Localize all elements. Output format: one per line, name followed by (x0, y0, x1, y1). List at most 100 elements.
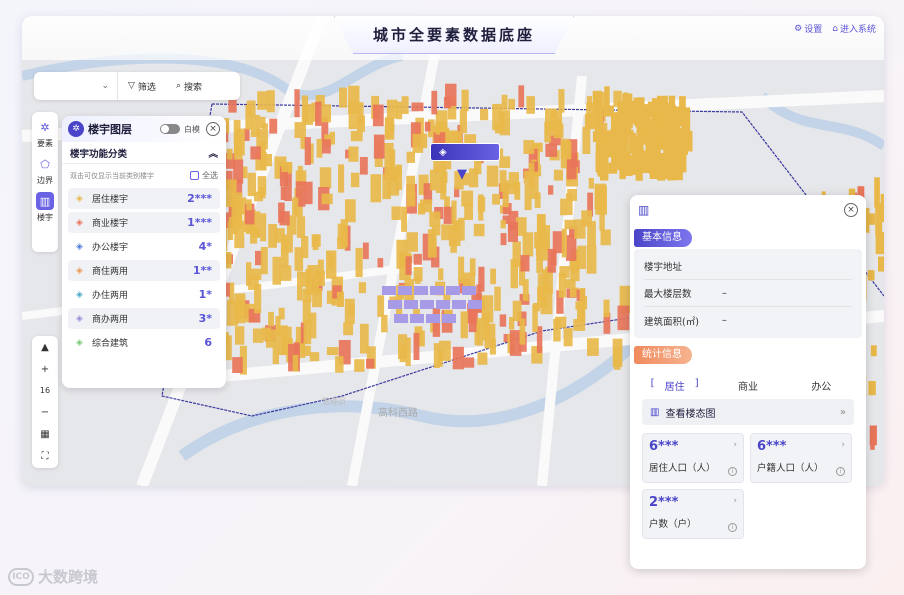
building-block (411, 102, 424, 112)
building-block (348, 146, 359, 162)
building-block (250, 146, 261, 160)
elements-icon: ✲ (40, 120, 50, 134)
category-row[interactable]: ◈ 综合建筑 6 (68, 332, 220, 353)
building-block (665, 107, 677, 122)
info-icon[interactable]: i (836, 467, 845, 476)
category-row[interactable]: ◈ 商住两用 1** (68, 260, 220, 281)
layer-panel-title: 楼宇图层 (88, 123, 132, 136)
chevron-right-icon: › (733, 440, 737, 450)
layers-icon: ◈ (439, 146, 447, 158)
building-block (268, 311, 274, 327)
building-block (246, 199, 252, 211)
building-block (366, 358, 375, 369)
building-block (507, 183, 519, 195)
selected-building-marker[interactable]: ◈ (430, 143, 500, 161)
category-hint-row: 双击可仅显示当前类别楼宇 全选 (62, 164, 226, 185)
building-block (315, 101, 322, 126)
building-block (532, 304, 538, 333)
building-block (280, 186, 286, 200)
fullscreen-icon[interactable]: ⛶ (42, 451, 49, 462)
category-row[interactable]: ◈ 办公楼宇 4* (68, 236, 220, 257)
category-section-header[interactable]: 楼宇功能分类 ︽ (62, 142, 226, 164)
building-block (586, 245, 597, 274)
building-block (424, 121, 431, 132)
building-block (260, 247, 268, 275)
floor-button-label: 查看楼态图 (665, 408, 716, 420)
select-all-checkbox[interactable]: 全选 (190, 170, 218, 181)
filter-icon: ▽ (128, 81, 135, 91)
chevron-right-icon: › (733, 496, 737, 506)
building-block (681, 115, 691, 131)
info-icon[interactable]: i (728, 523, 737, 532)
search-icon: ⌕ (175, 81, 181, 91)
building-block (486, 165, 499, 187)
building-block (494, 286, 501, 311)
building-block (565, 279, 576, 289)
white-model-toggle[interactable] (160, 124, 180, 134)
tab-office[interactable]: 办公 (797, 378, 845, 393)
building-block (406, 151, 415, 163)
building-block (528, 162, 535, 187)
category-name: 办公楼宇 (92, 243, 129, 253)
building-block (436, 300, 450, 309)
stat-card-households[interactable]: 2*** 户数（户） › i (642, 489, 744, 539)
gear-icon: ⚙ (794, 23, 803, 34)
building-block (360, 323, 369, 354)
building-block (260, 213, 267, 242)
filter-button[interactable]: ▽ 筛选 (118, 80, 166, 93)
view-floor-plan-button[interactable]: ▥ 查看楼态图 » (642, 399, 854, 425)
close-icon[interactable]: × (844, 203, 858, 217)
zoom-out-button[interactable]: − (41, 407, 49, 418)
building-block (320, 104, 331, 123)
category-row[interactable]: ◈ 办住两用 1* (68, 284, 220, 305)
building-block (545, 143, 558, 157)
page-title: 城市全要素数据底座 (372, 26, 535, 44)
building-block (384, 143, 394, 157)
info-icon[interactable]: i (728, 467, 737, 476)
category-row[interactable]: ◈ 居住楼宇 2*** (68, 188, 220, 209)
building-block (477, 352, 488, 365)
building-block (875, 204, 883, 236)
building-block (646, 133, 657, 159)
building-block (579, 288, 586, 310)
tab-commercial[interactable]: 商业 (724, 378, 772, 393)
zoom-in-button[interactable]: + (41, 364, 49, 375)
compass-icon[interactable]: ▲ (41, 342, 49, 353)
category-row[interactable]: ◈ 商业楼宇 1*** (68, 212, 220, 233)
building-block (282, 234, 293, 253)
building-block (228, 98, 237, 113)
rail-item-elements[interactable]: ✲ 要素 (36, 118, 54, 149)
building-block (494, 124, 503, 134)
field-key: 楼宇地址 (644, 262, 683, 273)
region-select[interactable]: ⌄ (34, 72, 118, 100)
building-block (340, 219, 348, 248)
building-block (350, 172, 360, 188)
enter-system-button[interactable]: ⌂ 进入系统 (832, 22, 876, 36)
stat-label: 户数（户） (649, 519, 697, 530)
building-block (384, 156, 394, 178)
building-block (386, 99, 398, 119)
settings-button[interactable]: ⚙ 设置 (794, 22, 822, 36)
building-block (426, 314, 440, 323)
close-icon[interactable]: × (206, 122, 220, 136)
stat-card-residents[interactable]: 6*** 居住人口（人） › i (642, 433, 744, 483)
rail-item-building[interactable]: ▥ 楼宇 (36, 192, 54, 223)
rail-item-boundary[interactable]: ⬠ 边界 (36, 155, 54, 186)
building-block (398, 286, 412, 295)
map-icon[interactable]: ▦ (40, 429, 49, 440)
building-block (326, 347, 339, 356)
building-block (651, 108, 659, 120)
tab-residential[interactable]: 居住 (651, 378, 699, 393)
brand-watermark: ICO 大数跨境 (8, 566, 98, 587)
building-block (519, 318, 526, 345)
building-block (279, 211, 290, 226)
building-block (522, 232, 534, 257)
building-block (348, 100, 359, 130)
building-block (350, 131, 363, 142)
search-button[interactable]: ⌕ 搜索 (166, 80, 212, 93)
building-block (394, 314, 408, 323)
stat-card-registered[interactable]: 6*** 户籍人口（人） › i (750, 433, 852, 483)
building-block (441, 224, 451, 241)
category-row[interactable]: ◈ 商办两用 3* (68, 308, 220, 329)
building-block (429, 169, 436, 191)
